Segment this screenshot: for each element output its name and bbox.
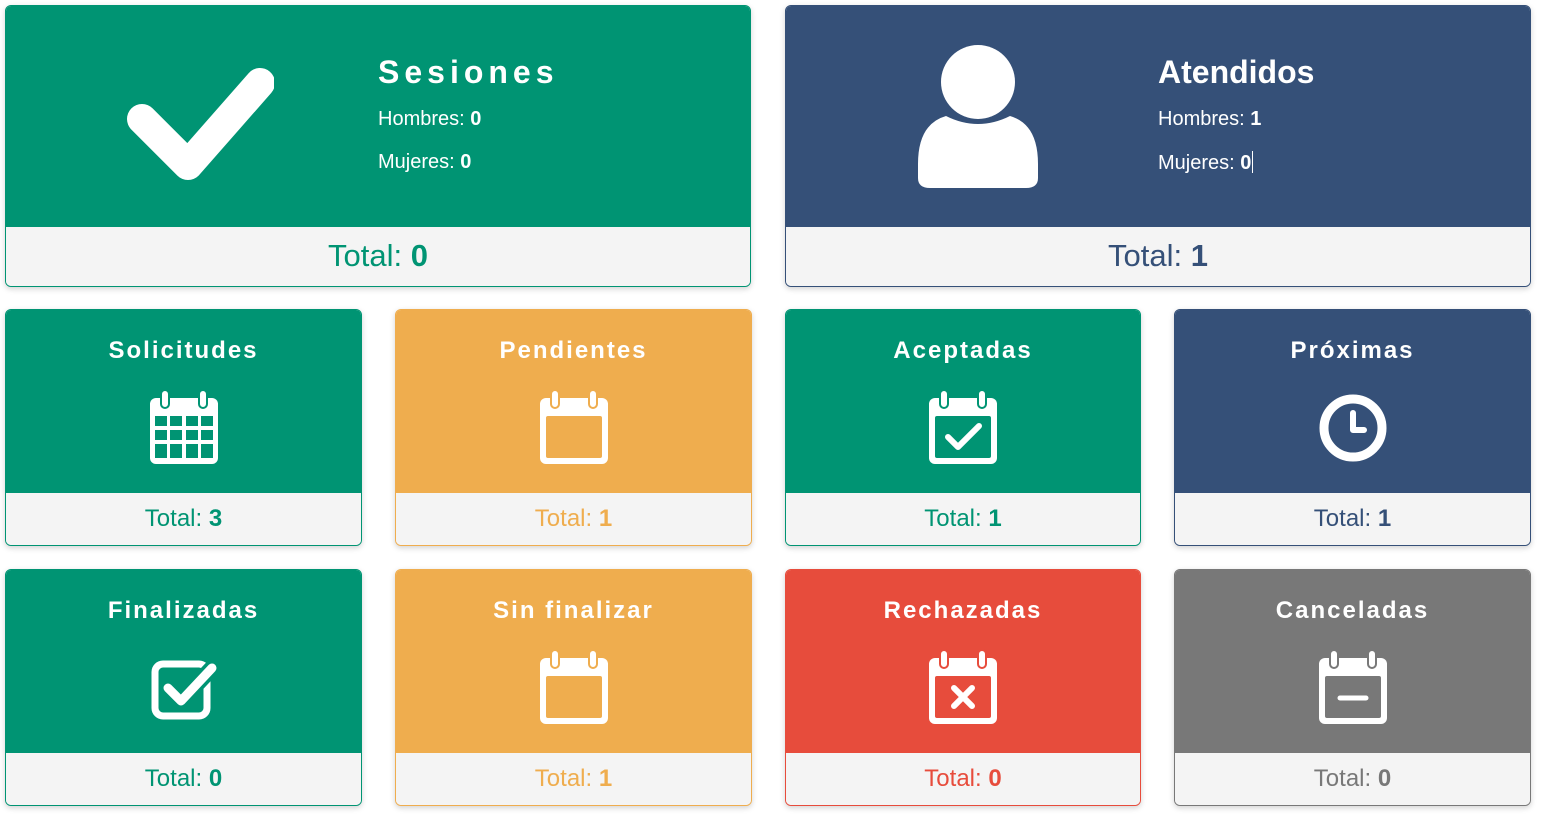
card-proximas-title: Próximas	[1290, 337, 1415, 364]
card-solicitudes-footer: Total: 3	[6, 493, 361, 545]
user-icon	[918, 45, 1038, 188]
card-sesiones[interactable]: Sesiones Hombres: 0 Mujeres: 0 Total: 0	[5, 5, 751, 287]
calendar-grid-icon	[149, 389, 218, 464]
card-finalizadas[interactable]: Finalizadas Total: 0	[5, 569, 362, 806]
card-sin-finalizar[interactable]: Sin finalizar Total: 1	[395, 569, 752, 806]
calendar-empty-icon	[539, 649, 608, 724]
card-sesiones-hombres: Hombres: 0	[378, 108, 481, 131]
calendar-minus-icon	[1318, 649, 1387, 724]
card-canceladas[interactable]: Canceladas Total: 0	[1174, 569, 1531, 806]
total-value: 3	[208, 505, 223, 532]
card-proximas-footer: Total: 1	[1175, 493, 1530, 545]
card-rechazadas-title: Rechazadas	[883, 597, 1043, 624]
card-canceladas-footer: Total: 0	[1175, 753, 1530, 805]
card-sesiones-mujeres: Mujeres: 0	[378, 151, 471, 174]
total-label: Total:	[924, 765, 989, 792]
card-rechazadas-footer: Total: 0	[786, 753, 1140, 805]
card-pendientes-footer: Total: 1	[396, 493, 751, 545]
hombres-label: Hombres:	[378, 108, 471, 130]
card-rechazadas-header: Rechazadas	[786, 570, 1140, 753]
total-label: Total:	[144, 505, 209, 532]
card-aceptadas[interactable]: Aceptadas Total: 1	[785, 309, 1141, 546]
card-sesiones-header: Sesiones Hombres: 0 Mujeres: 0	[6, 6, 750, 227]
card-pendientes[interactable]: Pendientes Total: 1	[395, 309, 752, 546]
check-icon	[127, 68, 274, 180]
card-finalizadas-header: Finalizadas	[6, 570, 361, 753]
card-atendidos-title: Atendidos	[1158, 54, 1315, 90]
card-proximas[interactable]: Próximas Total: 1	[1174, 309, 1531, 546]
card-pendientes-header: Pendientes	[396, 310, 751, 493]
checkbox-icon	[151, 660, 220, 720]
card-atendidos[interactable]: Atendidos Hombres: 1 Mujeres: 0 Total: 1	[785, 5, 1531, 287]
hombres-label: Hombres:	[1158, 108, 1251, 130]
total-label: Total:	[534, 505, 599, 532]
total-label: Total:	[1108, 238, 1191, 273]
card-aceptadas-header: Aceptadas	[786, 310, 1140, 493]
total-value: 0	[988, 765, 1002, 792]
mujeres-label: Mujeres:	[378, 151, 461, 173]
card-sin-finalizar-header: Sin finalizar	[396, 570, 751, 753]
card-pendientes-title: Pendientes	[499, 337, 648, 364]
card-atendidos-footer: Total: 1	[786, 227, 1530, 286]
hombres-value: 0	[470, 108, 482, 130]
mujeres-value: 0	[1240, 152, 1252, 174]
card-proximas-header: Próximas	[1175, 310, 1530, 493]
card-rechazadas[interactable]: Rechazadas Total: 0	[785, 569, 1141, 806]
calendar-empty-icon	[539, 389, 608, 464]
card-atendidos-header: Atendidos Hombres: 1 Mujeres: 0	[786, 6, 1530, 227]
card-aceptadas-footer: Total: 1	[786, 493, 1140, 545]
clock-icon	[1319, 394, 1386, 462]
mujeres-value: 0	[460, 151, 472, 173]
calendar-times-icon	[929, 649, 997, 724]
card-solicitudes-header: Solicitudes	[6, 310, 361, 493]
total-value: 1	[598, 765, 613, 792]
card-solicitudes-title: Solicitudes	[108, 337, 259, 364]
card-sin-finalizar-title: Sin finalizar	[493, 597, 654, 624]
card-canceladas-title: Canceladas	[1275, 597, 1430, 624]
card-atendidos-mujeres: Mujeres: 0	[1158, 151, 1254, 175]
total-label: Total:	[534, 765, 599, 792]
hombres-value: 1	[1250, 108, 1262, 130]
card-sesiones-title: Sesiones	[378, 54, 559, 90]
text-cursor	[1252, 151, 1254, 173]
card-finalizadas-title: Finalizadas	[107, 597, 260, 624]
total-label: Total:	[144, 765, 209, 792]
total-value: 0	[410, 238, 428, 273]
total-value: 1	[598, 505, 613, 532]
total-value: 1	[1190, 238, 1208, 273]
card-atendidos-hombres: Hombres: 1	[1158, 108, 1261, 131]
card-sin-finalizar-footer: Total: 1	[396, 753, 751, 805]
total-label: Total:	[328, 238, 411, 273]
total-value: 0	[1377, 765, 1392, 792]
card-solicitudes[interactable]: Solicitudes Total: 3	[5, 309, 362, 546]
total-label: Total:	[1313, 765, 1378, 792]
total-value: 1	[988, 505, 1002, 532]
calendar-check-icon	[929, 389, 997, 464]
card-aceptadas-title: Aceptadas	[893, 337, 1033, 364]
card-canceladas-header: Canceladas	[1175, 570, 1530, 753]
total-label: Total:	[924, 505, 989, 532]
total-label: Total:	[1313, 505, 1378, 532]
mujeres-label: Mujeres:	[1158, 152, 1241, 174]
card-sesiones-footer: Total: 0	[6, 227, 750, 286]
total-value: 0	[208, 765, 223, 792]
card-finalizadas-footer: Total: 0	[6, 753, 361, 805]
total-value: 1	[1377, 505, 1392, 532]
